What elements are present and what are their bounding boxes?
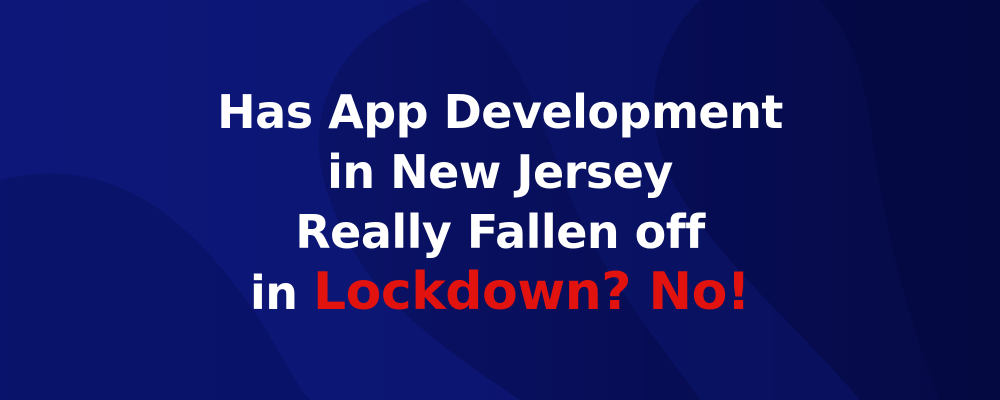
headline: Has App Development in New Jersey Really… — [0, 82, 1000, 323]
headline-accent-text: Lockdown? No! — [313, 262, 751, 322]
headline-line-1: Has App Development — [217, 85, 783, 139]
headline-line-3: Really Fallen off — [295, 205, 705, 259]
headline-line-4-prefix: in — [249, 266, 298, 320]
headline-line-4: in Lockdown? No! — [0, 262, 1000, 323]
headline-line-2: in New Jersey — [327, 145, 673, 199]
hero-banner: Has App Development in New Jersey Really… — [0, 0, 1000, 400]
